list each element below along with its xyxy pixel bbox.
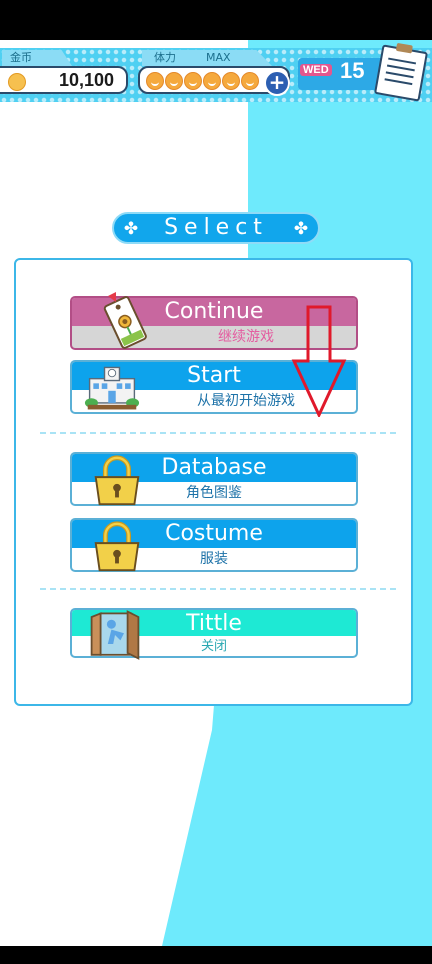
stamina-smiley-icon (165, 72, 183, 90)
lock-icon (94, 521, 140, 572)
section-divider (40, 588, 396, 590)
select-title: Select (164, 215, 268, 240)
stamina-smiley-icon (203, 72, 221, 90)
coin-icon (8, 73, 26, 91)
weekday-label: WED (300, 64, 332, 76)
status-bar (0, 0, 432, 40)
select-header: ✤ Select ✤ (112, 212, 320, 244)
navigation-bar (0, 946, 432, 964)
title-button[interactable]: Tittle 关闭 (70, 608, 358, 660)
coin-panel: 金币 10,100 (0, 46, 130, 94)
lock-icon (94, 455, 140, 506)
stamina-smiley-icon (146, 72, 164, 90)
stamina-max-label: MAX (206, 51, 231, 64)
school-icon (84, 366, 140, 410)
coin-label: 金币 (2, 50, 72, 66)
stamina-smiley-icon (241, 72, 259, 90)
down-arrow-icon (291, 305, 347, 417)
day-number: 15 (340, 58, 365, 83)
stamina-smiley-icon (184, 72, 202, 90)
exit-door-icon (90, 610, 140, 660)
stamina-panel: 体力 MAX + (138, 46, 292, 96)
coin-value: 10,100 (58, 70, 114, 90)
tag-icon (103, 292, 147, 349)
section-divider (40, 432, 396, 434)
notepad-icon[interactable] (374, 44, 428, 102)
database-button[interactable]: Database 角色图鉴 (70, 452, 358, 506)
stamina-label: 体力 (154, 51, 176, 64)
hud-bar: 金币 10,100 体力 MAX + WED 15 (0, 40, 432, 102)
flower-icon: ✤ (293, 219, 309, 239)
costume-button[interactable]: Costume 服装 (70, 518, 358, 572)
stamina-smiley-icon (222, 72, 240, 90)
add-stamina-button[interactable]: + (264, 70, 290, 96)
